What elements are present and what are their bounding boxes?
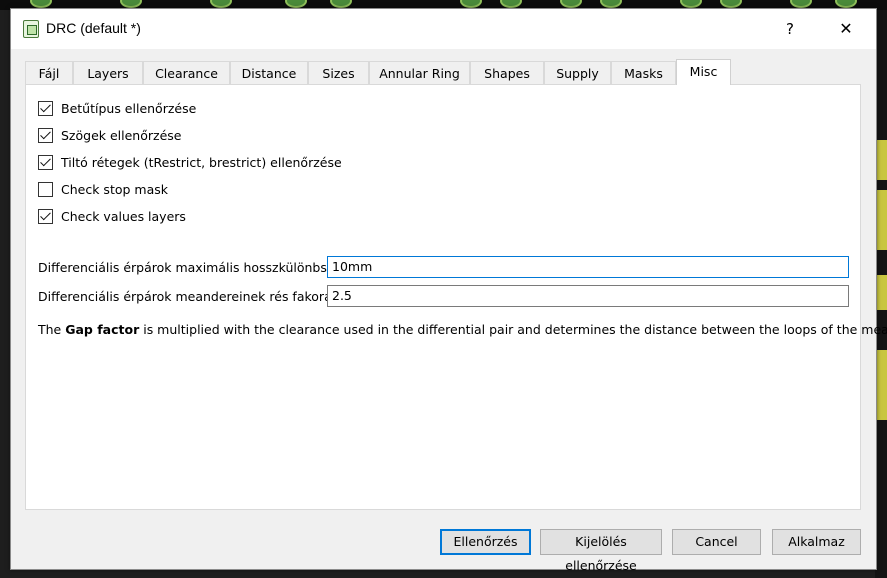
drc-app-icon	[23, 20, 39, 38]
check-values-option[interactable]: Check values layers	[38, 207, 186, 225]
pcb-pad	[120, 0, 142, 8]
pcb-pad	[680, 0, 702, 8]
gap-factor-label: Differenciális érpárok meandereinek rés …	[38, 289, 332, 304]
tab-masks[interactable]: Masks	[611, 61, 676, 84]
tab-clearance[interactable]: Clearance	[143, 61, 230, 84]
tab-supply[interactable]: Supply	[544, 61, 611, 84]
note-prefix: The	[38, 322, 66, 337]
cancel-button[interactable]: Cancel	[672, 529, 761, 555]
check-fonts-checkbox[interactable]	[38, 100, 53, 116]
check-values-checkbox[interactable]	[38, 208, 53, 224]
pcb-pad	[835, 0, 857, 8]
drc-dialog: DRC (default *) ? ✕ Fájl Layers Clearanc…	[10, 8, 887, 573]
check-stop-mask-checkbox[interactable]	[38, 181, 53, 197]
diff-length-label: Differenciális érpárok maximális hosszkü…	[38, 260, 351, 275]
check-restrict-checkbox[interactable]	[38, 154, 53, 170]
check-stop-mask-label: Check stop mask	[61, 181, 168, 197]
check-angles-option[interactable]: Szögek ellenőrzése	[38, 126, 181, 144]
pcb-pad	[560, 0, 582, 8]
check-angles-label: Szögek ellenőrzése	[61, 127, 182, 143]
pcb-pad	[30, 0, 52, 8]
check-selection-button[interactable]: Kijelölés ellenőrzése	[540, 529, 662, 573]
pcb-pad	[720, 0, 742, 8]
help-button[interactable]: ?	[775, 17, 805, 41]
tab-sizes[interactable]: Sizes	[308, 61, 369, 84]
check-restrict-label: Tiltó rétegek (tRestrict, brestrict) ell…	[61, 154, 342, 170]
tab-shapes[interactable]: Shapes	[470, 61, 544, 84]
gap-factor-input[interactable]: 2.5	[327, 285, 849, 307]
window-title: DRC (default *)	[46, 20, 141, 36]
close-button[interactable]: ✕	[831, 17, 861, 41]
pcb-pad	[790, 0, 812, 8]
apply-button[interactable]: Alkalmaz	[772, 529, 861, 555]
pcb-pad	[600, 0, 622, 8]
pcb-pad	[285, 0, 307, 8]
tab-file[interactable]: Fájl	[25, 61, 73, 84]
pcb-pad	[210, 0, 232, 8]
pcb-pad	[330, 0, 352, 8]
note-suffix: is multiplied with the clearance used in…	[139, 322, 887, 337]
tab-distance[interactable]: Distance	[230, 61, 308, 84]
check-fonts-option[interactable]: Betűtípus ellenőrzése	[38, 99, 196, 117]
diff-length-input[interactable]: 10mm	[327, 256, 849, 278]
gap-factor-note: The Gap factor is multiplied with the cl…	[38, 322, 887, 337]
misc-panel: Betűtípus ellenőrzése Szögek ellenőrzése…	[25, 84, 887, 510]
tab-annular-ring[interactable]: Annular Ring	[369, 61, 470, 84]
tab-misc[interactable]: Misc	[676, 59, 731, 85]
title-bar: DRC (default *) ? ✕	[11, 9, 876, 49]
check-angles-checkbox[interactable]	[38, 127, 53, 143]
pcb-pad	[500, 0, 522, 8]
check-button[interactable]: Ellenőrzés	[440, 529, 531, 555]
tab-layers[interactable]: Layers	[73, 61, 143, 84]
check-restrict-option[interactable]: Tiltó rétegek (tRestrict, brestrict) ell…	[38, 153, 342, 171]
pcb-pad	[460, 0, 482, 8]
check-values-label: Check values layers	[61, 208, 186, 224]
check-stop-mask-option[interactable]: Check stop mask	[38, 180, 168, 198]
check-fonts-label: Betűtípus ellenőrzése	[61, 100, 197, 116]
note-bold: Gap factor	[65, 322, 140, 337]
